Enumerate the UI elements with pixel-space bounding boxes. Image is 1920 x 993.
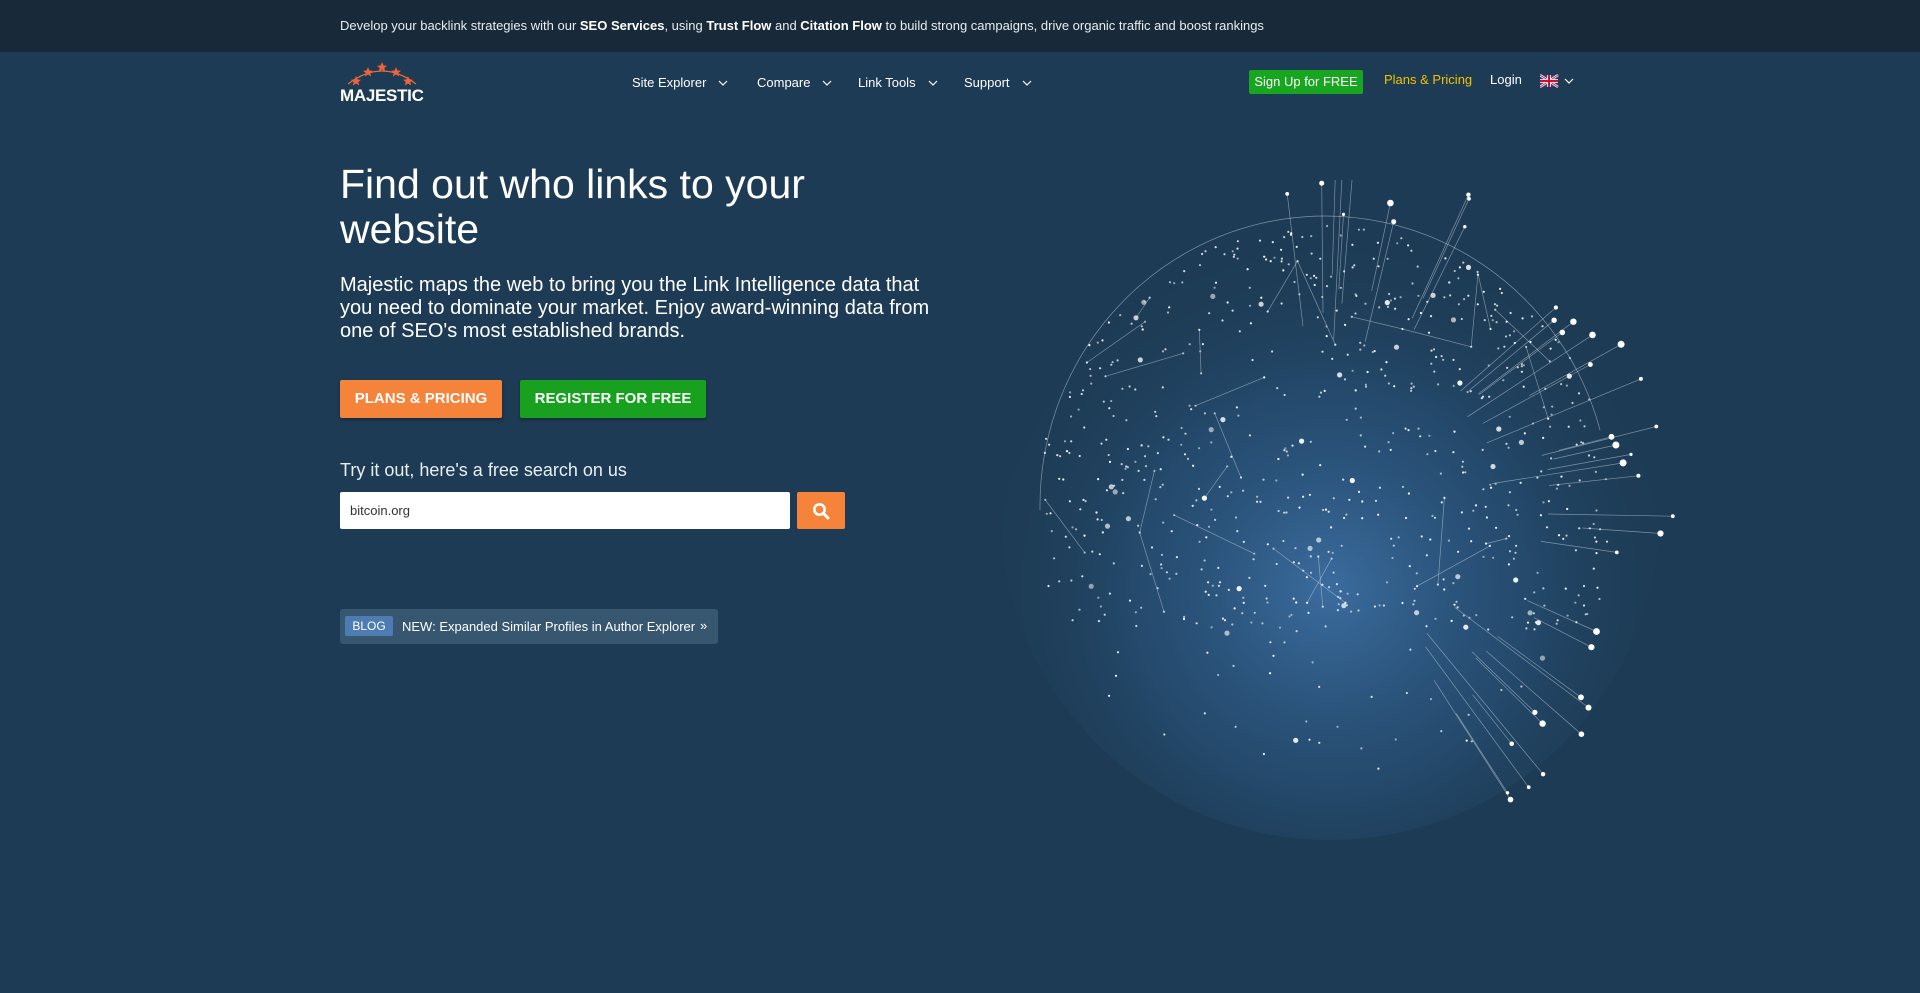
chevron-down-icon: [718, 74, 728, 89]
nav-site-explorer[interactable]: Site Explorer: [632, 74, 728, 90]
announcement-text: Develop your backlink strategies with ou…: [340, 18, 1264, 33]
uk-flag-icon: [1539, 74, 1574, 88]
hero-title: Find out who links to your website: [340, 161, 805, 252]
announcement-bar: Develop your backlink strategies with ou…: [0, 0, 1920, 52]
announcement-text-part: to build strong campaigns, drive organic…: [881, 18, 1264, 33]
nav-support[interactable]: Support: [964, 74, 1032, 90]
search-button[interactable]: [797, 492, 845, 529]
globe-network-illustration: [1000, 180, 1675, 840]
announcement-text-part: , using: [664, 18, 707, 33]
nav-compare[interactable]: Compare: [757, 74, 832, 90]
stars-arc-icon: [347, 62, 417, 86]
blog-headline: NEW: Expanded Similar Profiles in Author…: [402, 619, 696, 634]
plans-pricing-button[interactable]: PLANS & PRICING: [340, 380, 502, 418]
logo-wordmark: MAJESTIC: [340, 86, 424, 105]
seo-services-link[interactable]: SEO Services: [580, 18, 665, 33]
citation-flow-link[interactable]: Citation Flow: [800, 18, 882, 33]
search-input[interactable]: [340, 492, 790, 529]
announcement-text-part: Develop your backlink strategies with ou…: [340, 18, 580, 33]
nav-item-label: Link Tools: [858, 75, 916, 90]
chevron-down-icon: [1022, 74, 1032, 89]
nav-link-tools[interactable]: Link Tools: [858, 74, 938, 90]
majestic-logo[interactable]: MAJESTIC: [340, 60, 424, 105]
nav-item-label: Compare: [757, 75, 811, 90]
login-link[interactable]: Login: [1490, 72, 1522, 87]
register-free-button[interactable]: REGISTER FOR FREE: [520, 380, 706, 418]
signup-free-button[interactable]: Sign Up for FREE: [1249, 70, 1363, 94]
search-label: Try it out, here's a free search on us: [340, 460, 627, 480]
nav-item-label: Site Explorer: [632, 75, 707, 90]
chevron-down-icon: [822, 74, 832, 89]
nav-item-label: Support: [964, 75, 1010, 90]
search-icon: [813, 503, 830, 520]
hero-subtitle: Majestic maps the web to bring you the L…: [340, 274, 930, 342]
blog-banner[interactable]: BLOG NEW: Expanded Similar Profiles in A…: [340, 609, 718, 644]
trust-flow-link[interactable]: Trust Flow: [706, 18, 771, 33]
announcement-text-part: and: [771, 18, 801, 33]
chevron-down-icon: [928, 74, 938, 89]
plans-pricing-link[interactable]: Plans & Pricing: [1384, 72, 1472, 87]
double-chevron-right-icon: »: [700, 618, 708, 633]
language-selector[interactable]: [1539, 74, 1576, 93]
blog-badge: BLOG: [345, 616, 393, 636]
